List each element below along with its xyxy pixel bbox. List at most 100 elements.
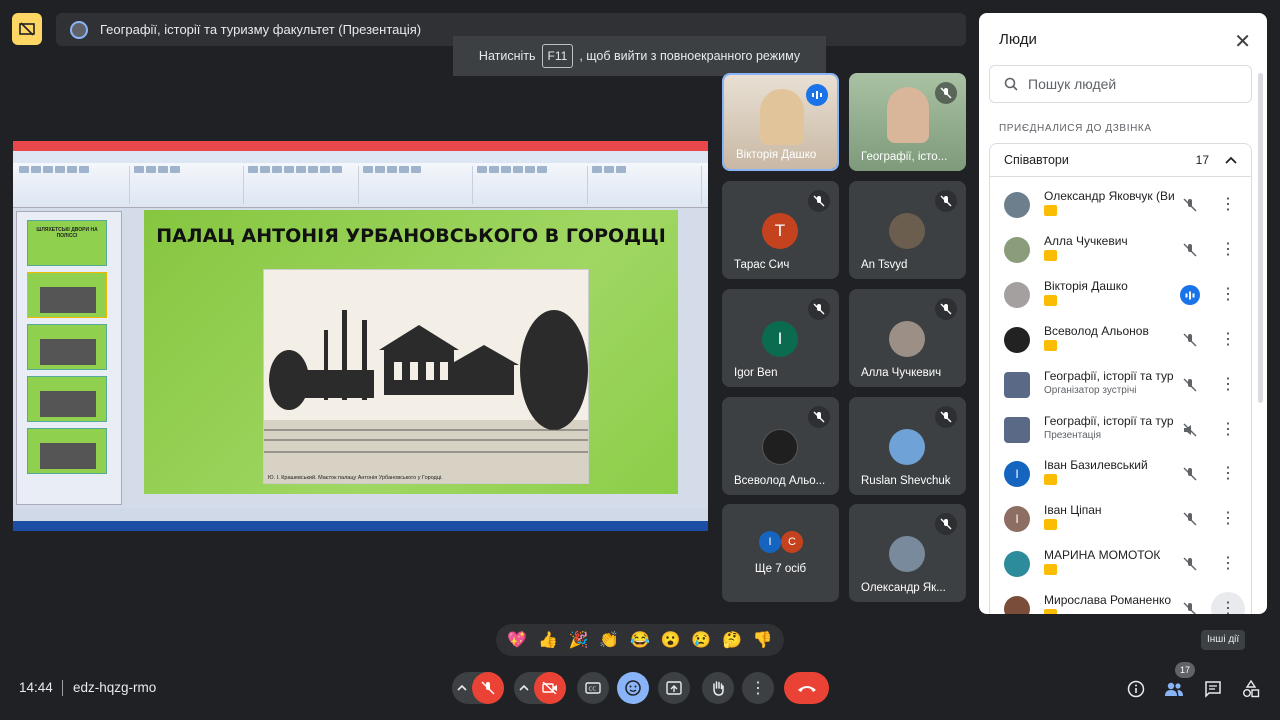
ppt-ribbon — [13, 163, 708, 208]
mic-off-icon[interactable] — [1180, 554, 1200, 574]
group-count: 17 — [1195, 153, 1209, 167]
emoji-icon — [625, 680, 641, 696]
more-options-icon[interactable]: ⋮ — [1218, 240, 1238, 260]
more-actions-tooltip: Інші дії — [1201, 630, 1246, 650]
reaction-thinking[interactable]: 🤔 — [722, 630, 742, 650]
camera-toggle-button[interactable] — [534, 672, 566, 704]
participant-role: Організатор зустрічі — [1044, 385, 1137, 396]
more-options-button[interactable]: ⋮ — [742, 672, 774, 704]
contributors-group-header[interactable]: Співавтори 17 — [989, 143, 1252, 177]
section-heading: ПРИЄДНАЛИСЯ ДО ДЗВІНКА — [999, 123, 1152, 134]
participant-row[interactable]: І Іван Ціпан ⋮ — [990, 497, 1253, 541]
more-options-icon[interactable]: ⋮ — [1218, 464, 1238, 484]
participant-tile[interactable]: Т Тарас Сич — [722, 181, 839, 279]
ppt-workspace: ШЛЯХЕТСЬКІ ДВОРИ НА ПОЛІССІ ПАЛАЦ АНТОНІ… — [13, 208, 708, 508]
mic-off-icon[interactable] — [1180, 330, 1200, 350]
mic-off-icon[interactable] — [1180, 509, 1200, 529]
participant-row[interactable]: Всеволод Альонов ⋮ — [990, 318, 1253, 362]
participant-tile[interactable]: I Igor Ben — [722, 289, 839, 387]
participant-row[interactable]: Географії, історії та тур... Презентація… — [990, 408, 1253, 452]
captions-button[interactable]: CC — [577, 672, 609, 704]
ppt-titlebar — [13, 141, 708, 151]
leave-call-button[interactable] — [784, 672, 829, 704]
windows-taskbar — [13, 521, 708, 531]
close-icon[interactable]: ✕ — [1234, 29, 1251, 54]
mic-off-icon[interactable] — [1180, 599, 1200, 614]
participant-tile[interactable]: Географії, істо... — [849, 73, 966, 171]
search-people-input[interactable]: Пошук людей — [989, 65, 1252, 103]
participant-name: Мирослава Романенко — [1044, 593, 1172, 607]
present-button[interactable] — [658, 672, 690, 704]
badge-icon — [1044, 564, 1057, 575]
reaction-thumbs-up[interactable]: 👍 — [538, 630, 558, 650]
avatar: І — [1004, 461, 1030, 487]
emoji-reactions-button[interactable] — [617, 672, 649, 704]
panel-scrollbar[interactable] — [1258, 73, 1263, 403]
mic-off-icon[interactable] — [1180, 240, 1200, 260]
more-options-icon[interactable]: ⋮ — [1218, 554, 1238, 574]
participant-row[interactable]: Алла Чучкевич ⋮ — [990, 228, 1253, 272]
participant-row[interactable]: Мирослава Романенко ⋮ — [990, 587, 1253, 614]
raise-hand-button[interactable] — [702, 672, 734, 704]
mic-off-icon — [808, 406, 830, 428]
more-participants-tile[interactable]: І С Ще 7 осіб — [722, 504, 839, 602]
chat-button[interactable] — [1203, 679, 1223, 699]
participant-name: Іван Ціпан — [1044, 503, 1102, 517]
participant-tile[interactable]: Алла Чучкевич — [849, 289, 966, 387]
participant-avatar — [889, 213, 925, 249]
mic-off-icon[interactable] — [1180, 375, 1200, 395]
participant-tile[interactable]: Олександр Як... — [849, 504, 966, 602]
activities-button[interactable] — [1241, 679, 1261, 699]
more-options-icon[interactable]: ⋮ — [1218, 375, 1238, 395]
participant-row[interactable]: І Іван Базилевський ⋮ — [990, 452, 1253, 496]
chevron-up-icon[interactable] — [514, 685, 534, 691]
meeting-code[interactable]: edz-hqzg-rmo — [73, 680, 156, 695]
mic-off-icon[interactable] — [1180, 464, 1200, 484]
chevron-up-icon[interactable] — [452, 685, 472, 691]
participant-row[interactable]: Географії, історії та тур... Організатор… — [990, 363, 1253, 407]
shared-screen: ШЛЯХЕТСЬКІ ДВОРИ НА ПОЛІССІ ПАЛАЦ АНТОНІ… — [13, 141, 708, 531]
avatar — [1004, 282, 1030, 308]
people-button[interactable] — [1164, 679, 1184, 699]
mic-off-icon — [808, 190, 830, 212]
more-options-icon[interactable]: ⋮ — [1218, 195, 1238, 215]
divider — [62, 680, 63, 696]
participant-name: Тарас Сич — [734, 259, 790, 271]
mic-off-icon[interactable] — [1180, 195, 1200, 215]
chat-icon — [1205, 681, 1221, 698]
participant-row[interactable]: Олександр Яковчук (Ви) ⋮ — [990, 183, 1253, 227]
avatar: І — [1004, 506, 1030, 532]
more-options-icon[interactable]: ⋮ — [1211, 592, 1245, 614]
participant-tile[interactable]: Всеволод Альо... — [722, 397, 839, 495]
mic-off-icon — [935, 298, 957, 320]
meeting-details-button[interactable] — [1126, 679, 1146, 699]
reaction-heart[interactable]: 💖 — [507, 630, 527, 650]
more-options-icon[interactable]: ⋮ — [1218, 285, 1238, 305]
participant-avatar — [889, 429, 925, 465]
more-options-icon[interactable]: ⋮ — [1218, 509, 1238, 529]
participant-avatar — [889, 321, 925, 357]
reaction-clap[interactable]: 👏 — [599, 630, 619, 650]
participant-row[interactable]: Вікторія Дашко ⋮ — [990, 273, 1253, 317]
captions-icon: CC — [585, 682, 601, 694]
more-options-icon[interactable]: ⋮ — [1218, 330, 1238, 350]
reaction-sad[interactable]: 😢 — [691, 630, 711, 650]
mic-toggle-button[interactable] — [472, 672, 504, 704]
more-options-icon[interactable]: ⋮ — [1218, 420, 1238, 440]
reaction-party[interactable]: 🎉 — [569, 630, 589, 650]
reaction-laugh[interactable]: 😂 — [630, 630, 650, 650]
participant-name: Всеволод Альо... — [734, 475, 826, 487]
participant-tile[interactable]: An Tsvyd — [849, 181, 966, 279]
reaction-thumbs-down[interactable]: 👎 — [753, 630, 773, 650]
participant-row[interactable]: МАРИНА МОМОТОК ⋮ — [990, 542, 1253, 586]
participant-tile[interactable]: Ruslan Shevchuk — [849, 397, 966, 495]
volume-off-icon[interactable] — [1180, 420, 1200, 440]
participant-name: Олександр Яковчук (Ви) — [1044, 189, 1174, 203]
presenting-icon[interactable] — [12, 13, 42, 45]
participant-avatar: Т — [762, 213, 798, 249]
participant-tile[interactable]: Вікторія Дашко — [722, 73, 839, 171]
ppt-ribbon-tabs — [13, 151, 708, 163]
avatar — [1004, 327, 1030, 353]
reaction-surprised[interactable]: 😮 — [661, 630, 681, 650]
camera-off-icon — [542, 682, 557, 694]
